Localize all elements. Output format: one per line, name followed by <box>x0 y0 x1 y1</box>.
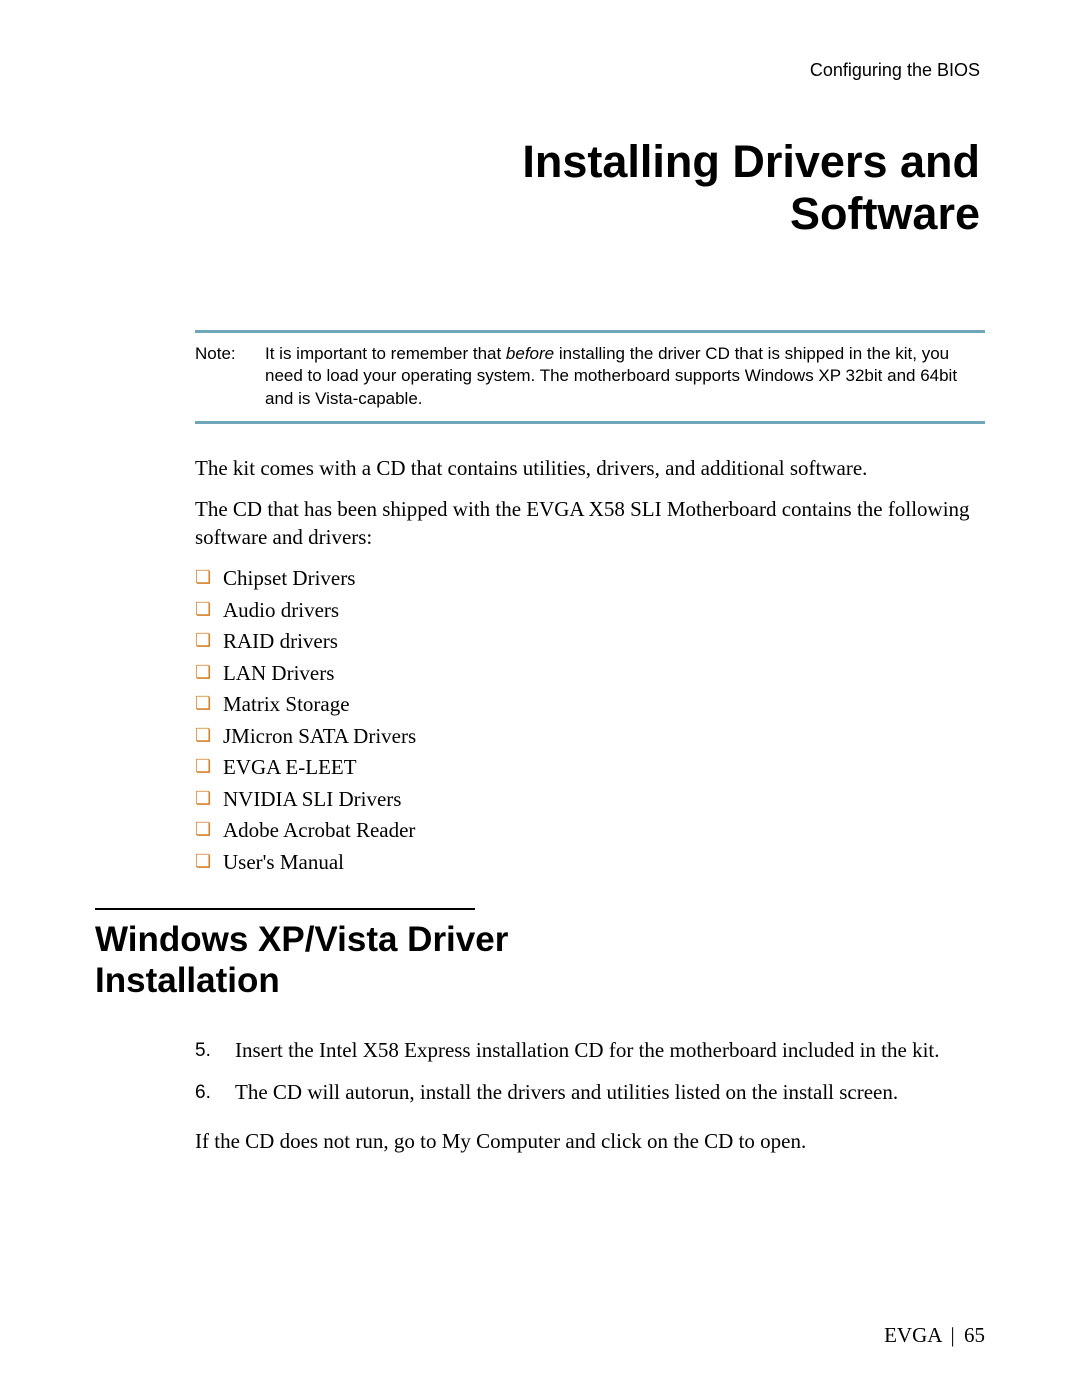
section-title: Windows XP/Vista Driver Installation <box>95 920 985 1001</box>
list-item: Adobe Acrobat Reader <box>195 815 985 847</box>
chapter-title-line1: Installing Drivers and <box>522 136 980 187</box>
list-item: 5. Insert the Intel X58 Express installa… <box>195 1036 985 1064</box>
list-item: LAN Drivers <box>195 658 985 690</box>
section-title-line2: Installation <box>95 961 280 1000</box>
closing-paragraph: If the CD does not run, go to My Compute… <box>195 1127 985 1155</box>
step-number: 5. <box>195 1038 211 1064</box>
list-item: 6. The CD will autorun, install the driv… <box>195 1078 985 1106</box>
step-number: 6. <box>195 1080 211 1106</box>
footer-separator: | <box>951 1323 955 1347</box>
note-box: Note: It is important to remember that b… <box>195 330 985 425</box>
note-label: Note: <box>195 343 265 412</box>
list-item: Chipset Drivers <box>195 563 985 595</box>
note-text-before: It is important to remember that <box>265 344 506 363</box>
page-footer: EVGA | 65 <box>884 1323 985 1348</box>
footer-brand: EVGA <box>884 1323 941 1347</box>
step-text: Insert the Intel X58 Express installatio… <box>235 1038 940 1062</box>
header-section-label: Configuring the BIOS <box>95 60 980 81</box>
list-item: NVIDIA SLI Drivers <box>195 784 985 816</box>
note-text: It is important to remember that before … <box>265 343 985 412</box>
list-item: JMicron SATA Drivers <box>195 721 985 753</box>
note-italic: before <box>506 344 554 363</box>
section-title-line1: Windows XP/Vista Driver <box>95 920 508 959</box>
footer-page-number: 65 <box>964 1323 985 1347</box>
chapter-title-line2: Software <box>790 188 980 239</box>
step-text: The CD will autorun, install the drivers… <box>235 1080 898 1104</box>
section-divider <box>95 908 475 910</box>
list-item: Audio drivers <box>195 595 985 627</box>
list-item: RAID drivers <box>195 626 985 658</box>
install-steps: 5. Insert the Intel X58 Express installa… <box>195 1036 985 1107</box>
list-item: Matrix Storage <box>195 689 985 721</box>
intro-paragraph-2: The CD that has been shipped with the EV… <box>195 495 985 552</box>
driver-list: Chipset Drivers Audio drivers RAID drive… <box>195 563 985 878</box>
list-item: User's Manual <box>195 847 985 879</box>
chapter-title: Installing Drivers and Software <box>95 136 980 240</box>
list-item: EVGA E-LEET <box>195 752 985 784</box>
intro-paragraph-1: The kit comes with a CD that contains ut… <box>195 454 985 482</box>
